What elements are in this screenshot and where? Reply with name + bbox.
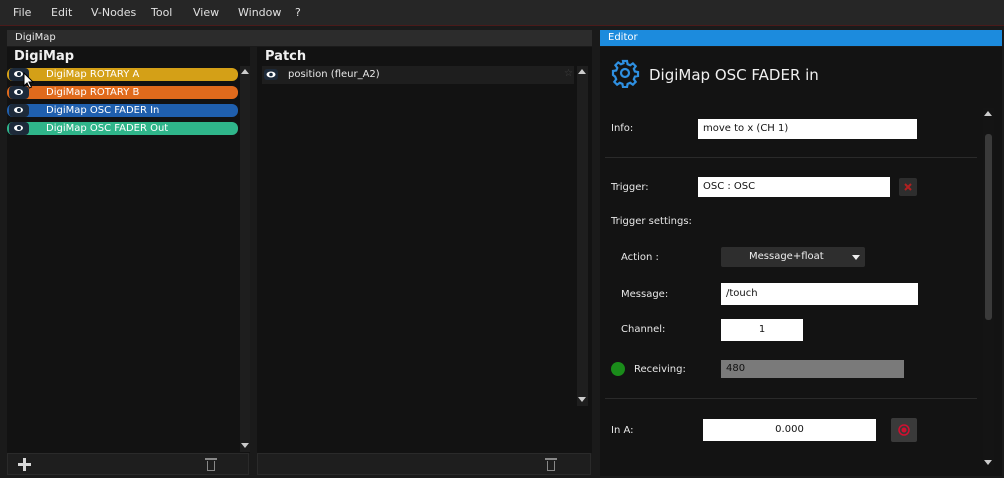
star-icon[interactable]: ☆ [564,68,573,79]
add-icon[interactable] [18,458,31,471]
in-a-label: In A: [611,425,634,436]
eye-icon[interactable] [264,69,278,80]
receiving-status-indicator [611,362,625,376]
trash-icon[interactable] [205,457,217,472]
digimap-panel-tab[interactable]: DigiMap [7,30,592,46]
record-icon [898,424,910,436]
gear-icon [611,59,640,88]
receiving-label: Receiving: [634,364,686,375]
digimap-list-footer [7,453,249,475]
patch-item-label: position (fleur_A2) [288,69,380,80]
mouse-cursor-icon [23,72,35,89]
patch-title: Patch [265,49,307,64]
message-label: Message: [621,289,669,300]
divider [605,157,977,158]
eye-icon[interactable] [9,104,29,117]
patch-item[interactable]: position (fleur_A2) ☆ [262,66,574,84]
trigger-field[interactable]: OSC : OSC [698,177,890,197]
scroll-down-icon[interactable] [241,443,249,448]
digimap-item-label: DigiMap ROTARY B [46,87,140,98]
menu-v-nodes[interactable]: V-Nodes [91,6,136,19]
digimap-item-rotary-b[interactable]: DigiMap ROTARY B [7,86,238,99]
scroll-up-icon[interactable] [578,69,586,74]
channel-label: Channel: [621,324,666,335]
info-field[interactable]: move to x (CH 1) [698,119,917,139]
message-field[interactable]: /touch [721,283,918,305]
digimap-item-label: DigiMap OSC FADER Out [46,123,169,134]
scroll-down-icon[interactable] [984,460,992,465]
scroll-down-icon[interactable] [578,397,586,402]
editor-scrollbar[interactable] [983,108,994,470]
menu-window[interactable]: Window [238,6,281,19]
menu-help[interactable]: ? [295,6,301,19]
eye-icon[interactable] [9,122,29,135]
trigger-label: Trigger: [611,182,649,193]
channel-field[interactable]: 1 [721,319,803,341]
digimap-list-scrollbar[interactable] [240,66,250,452]
record-button[interactable] [891,418,917,442]
digimap-item-label: DigiMap ROTARY A [46,69,140,80]
editor-title: DigiMap OSC FADER in [649,66,819,84]
trash-icon[interactable] [545,457,557,472]
menu-edit[interactable]: Edit [51,6,72,19]
digimap-item-label: DigiMap OSC FADER In [46,105,160,116]
scroll-up-icon[interactable] [984,111,992,116]
scroll-up-icon[interactable] [241,69,249,74]
trigger-settings-label: Trigger settings: [611,216,692,227]
patch-footer [257,453,591,475]
digimap-item-rotary-a[interactable]: DigiMap ROTARY A [7,68,238,81]
info-label: Info: [611,123,634,134]
action-select[interactable]: Message+float [721,247,865,267]
menu-bar: File Edit V-Nodes Tool View Window ? [0,0,1004,26]
patch-panel [257,47,592,453]
editor-panel-tab[interactable]: Editor [600,30,1002,46]
receiving-value: 480 [721,360,904,378]
digimap-item-osc-fader-out[interactable]: DigiMap OSC FADER Out [7,122,238,135]
chevron-down-icon [852,255,860,260]
digimap-item-osc-fader-in[interactable]: DigiMap OSC FADER In [7,104,238,117]
clear-trigger-button[interactable] [899,178,917,196]
digimap-list-title: DigiMap [14,49,75,64]
close-icon [904,183,912,191]
patch-scrollbar[interactable] [577,66,588,406]
menu-file[interactable]: File [13,6,31,19]
action-label: Action : [621,252,659,263]
in-a-field[interactable]: 0.000 [703,419,876,441]
divider [605,398,977,399]
menu-view[interactable]: View [193,6,219,19]
menu-tool[interactable]: Tool [151,6,172,19]
action-select-value: Message+float [749,251,824,262]
scrollbar-thumb[interactable] [985,134,992,320]
